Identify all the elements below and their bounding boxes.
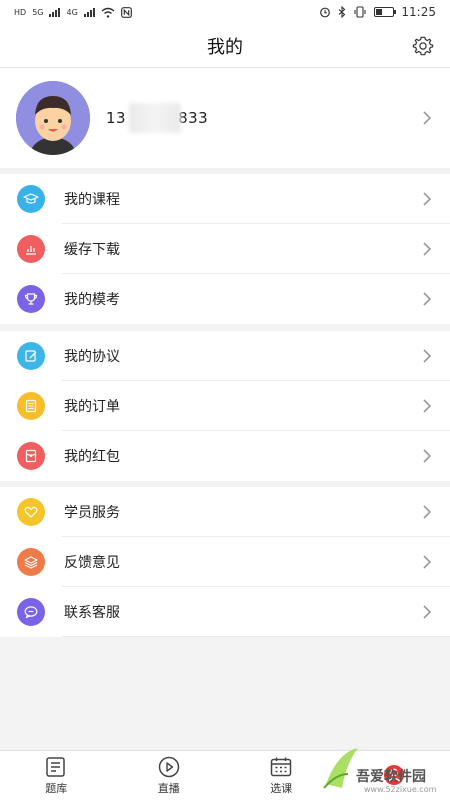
chevron-right-icon: [423, 292, 432, 306]
status-left: HD 5G 4G: [14, 6, 132, 18]
chevron-right-icon: [423, 349, 432, 363]
alarm-icon: [320, 7, 331, 18]
chevron-right-icon: [423, 505, 432, 519]
phone-number: 13 833: [106, 103, 209, 133]
nfc-icon: [120, 6, 132, 18]
red-packet-icon: [17, 442, 45, 470]
tab-label: 直播: [157, 781, 180, 795]
chevron-right-icon: [423, 605, 432, 619]
menu-item-label: 我的红包: [64, 449, 120, 465]
menu-item-label: 我的订单: [64, 399, 120, 415]
tab-live[interactable]: 直播: [113, 751, 226, 800]
avatar-illustration: [16, 81, 90, 155]
signal-icon-2: [83, 7, 95, 17]
gear-icon[interactable]: [412, 35, 434, 57]
bluetooth-icon: [339, 6, 346, 18]
net-type-1: 5G: [32, 7, 44, 17]
menu-item-label: 缓存下载: [64, 242, 120, 258]
menu-item-label: 学员服务: [64, 505, 120, 521]
calendar-icon: [271, 757, 292, 776]
bar-chart-icon: [17, 235, 45, 263]
signal-icon: [49, 7, 61, 17]
hd-indicator: HD: [14, 7, 27, 17]
menu-item-label: 我的模考: [64, 292, 120, 308]
chevron-right-icon: [423, 399, 432, 413]
phone-suffix: 833: [178, 109, 209, 127]
page-title: 我的: [207, 36, 243, 58]
menu-item-cache-download[interactable]: 缓存下载: [0, 224, 450, 274]
battery-icon: [374, 7, 397, 17]
status-bar: HD 5G 4G 11:25: [0, 0, 450, 24]
trophy-icon: [17, 285, 45, 313]
chat-bubble-icon: [17, 598, 45, 626]
stack-icon: [17, 548, 45, 576]
menu-item-my-orders[interactable]: 我的订单: [0, 381, 450, 431]
phone-mask: [129, 103, 181, 133]
chevron-right-icon: [423, 242, 432, 256]
menu-item-my-agreements[interactable]: 我的协议: [0, 331, 450, 381]
menu-item-label: 我的课程: [64, 192, 120, 208]
clock: 11:25: [401, 5, 436, 19]
profile-card[interactable]: 13 833: [0, 68, 450, 168]
chevron-right-icon: [423, 555, 432, 569]
menu-group-account: 我的协议 我的订单 我的红包: [0, 331, 450, 481]
edit-document-icon: [17, 342, 45, 370]
menu-item-feedback[interactable]: 反馈意见: [0, 537, 450, 587]
vibrate-icon: [354, 6, 366, 18]
tab-profile[interactable]: [338, 751, 450, 800]
chevron-right-icon: [423, 192, 432, 206]
tab-label: 选课: [270, 781, 293, 795]
tab-course-selection[interactable]: 选课: [225, 751, 338, 800]
play-circle-icon: [158, 756, 179, 777]
avatar[interactable]: [16, 81, 90, 155]
menu-group-service: 学员服务 反馈意见 联系客服: [0, 487, 450, 637]
menu-item-label: 联系客服: [64, 605, 120, 621]
top-navigation-bar: 我的: [0, 24, 450, 68]
profile-icon: [383, 764, 404, 785]
status-right: 11:25: [319, 5, 436, 19]
tab-label: 题库: [45, 781, 68, 795]
bottom-tab-bar: 题库 直播 选课: [0, 750, 450, 800]
question-bank-icon: [46, 756, 65, 777]
menu-item-contact-support[interactable]: 联系客服: [0, 587, 450, 637]
menu-item-red-packets[interactable]: 我的红包: [0, 431, 450, 481]
menu-item-mock-exams[interactable]: 我的模考: [0, 274, 450, 324]
chevron-right-icon: [423, 449, 432, 463]
wifi-icon: [101, 7, 115, 18]
chevron-right-icon: [423, 111, 432, 125]
tab-question-bank[interactable]: 题库: [0, 751, 113, 800]
menu-item-student-service[interactable]: 学员服务: [0, 487, 450, 537]
net-type-2: 4G: [66, 7, 78, 17]
menu-item-label: 我的协议: [64, 349, 120, 365]
list-document-icon: [17, 392, 45, 420]
heart-icon: [17, 498, 45, 526]
menu-item-my-courses[interactable]: 我的课程: [0, 174, 450, 224]
phone-prefix: 13: [106, 109, 127, 127]
menu-item-label: 反馈意见: [64, 555, 120, 571]
graduation-cap-icon: [17, 185, 45, 213]
menu-group-learning: 我的课程 缓存下载 我的模考: [0, 174, 450, 324]
